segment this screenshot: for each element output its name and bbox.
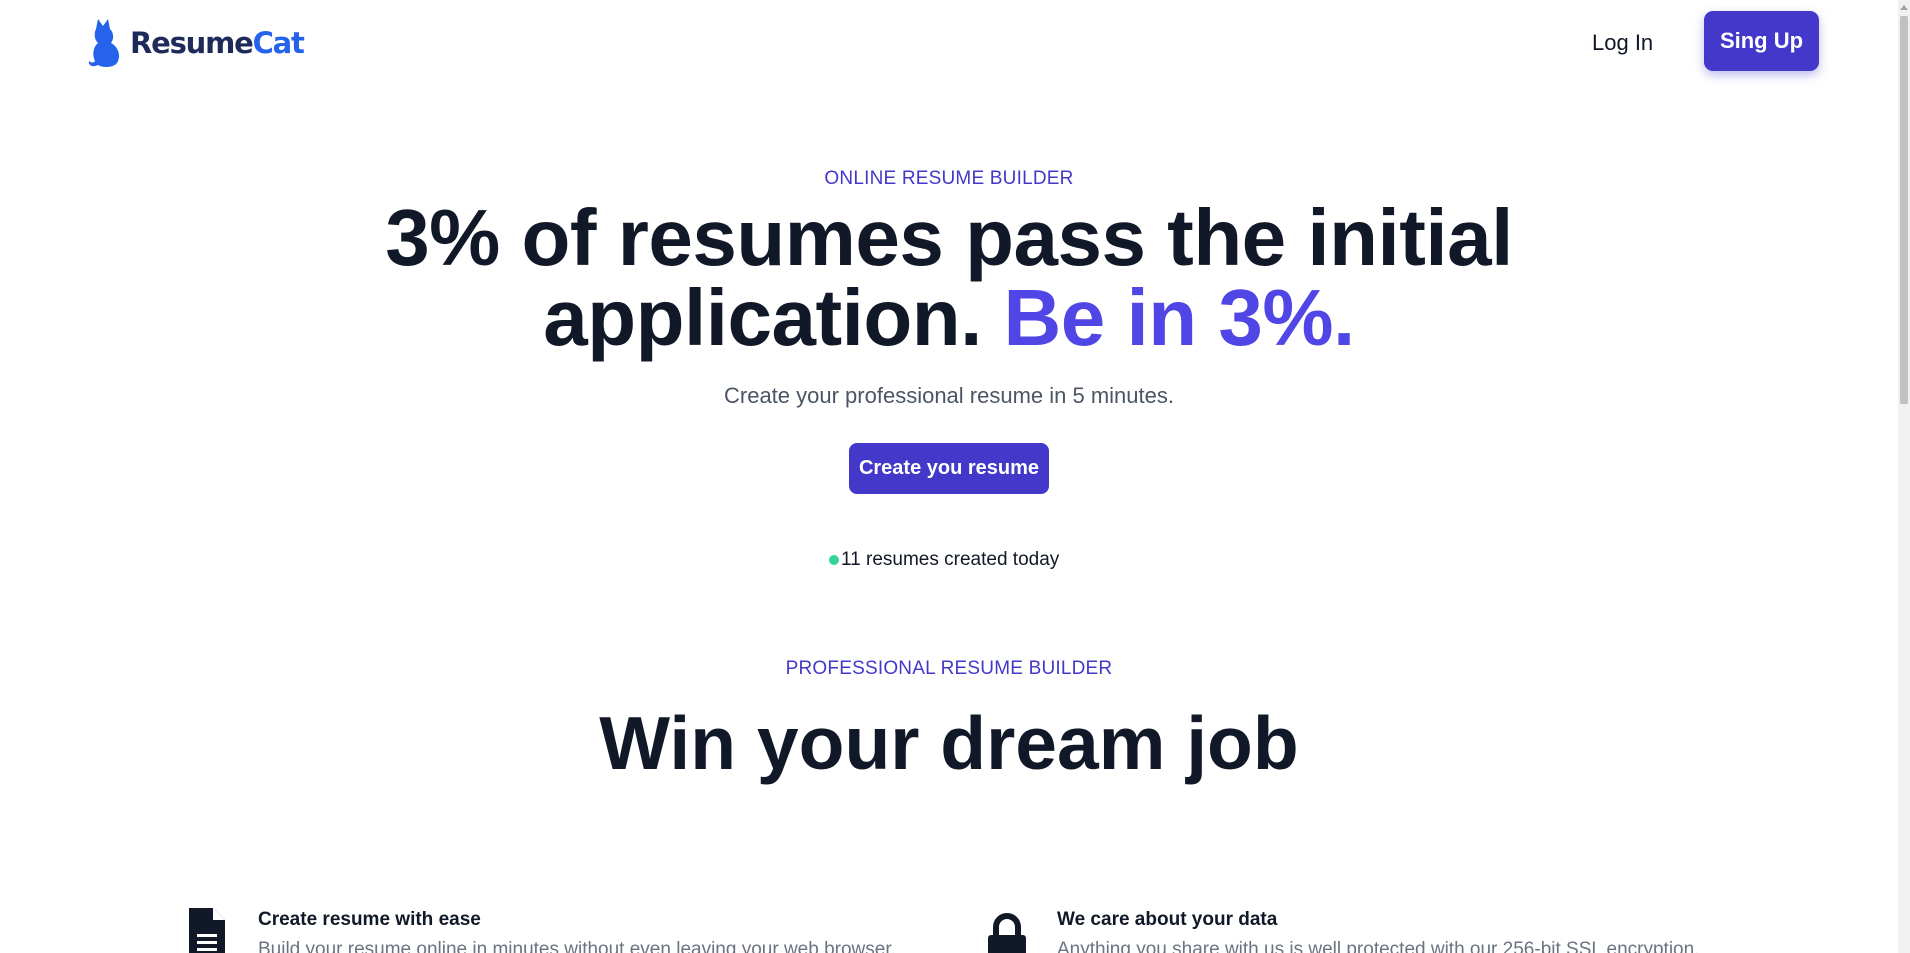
logo[interactable]: ResumeCat bbox=[86, 16, 305, 70]
feature-title: Create resume with ease bbox=[258, 909, 481, 930]
scrollbar-thumb[interactable] bbox=[1900, 16, 1908, 404]
resume-counter-text: 11 resumes created today bbox=[841, 549, 1060, 570]
resume-counter: 11 resumes created today bbox=[829, 547, 1059, 573]
logo-text: ResumeCat bbox=[130, 25, 305, 60]
section-title: Win your dream job bbox=[599, 701, 1299, 785]
login-link[interactable]: Log In bbox=[1592, 26, 1653, 60]
feature-description: Build your resume online in minutes with… bbox=[258, 939, 896, 953]
section-eyebrow: PROFESSIONAL RESUME BUILDER bbox=[785, 658, 1113, 679]
page: ResumeCat Log In Sing Up ONLINE RESUME B… bbox=[0, 0, 1898, 953]
status-dot-icon bbox=[829, 555, 839, 565]
logo-text-part2: Cat bbox=[252, 25, 305, 60]
scroll-up-arrow-icon[interactable] bbox=[1898, 0, 1910, 14]
feature-title: We care about your data bbox=[1057, 909, 1278, 930]
cat-logo-icon bbox=[88, 19, 119, 68]
hero-title-plain: application. bbox=[543, 273, 1004, 362]
lock-icon bbox=[988, 913, 1026, 953]
hero-title-line1: 3% of resumes pass the initial bbox=[385, 193, 1513, 282]
page-scrollbar[interactable] bbox=[1898, 0, 1910, 953]
hero-eyebrow: ONLINE RESUME BUILDER bbox=[824, 168, 1074, 189]
hero-title-highlight: Be in 3%. bbox=[1003, 273, 1356, 362]
hero-subtitle: Create your professional resume in 5 min… bbox=[724, 383, 1174, 408]
logo-text-part1: Resume bbox=[130, 25, 254, 60]
hero-title-line2: application. Be in 3%. bbox=[0, 278, 1898, 358]
feature-description: Anything you share with us is well prote… bbox=[1057, 939, 1700, 953]
signup-button[interactable]: Sing Up bbox=[1704, 11, 1819, 71]
document-icon bbox=[189, 908, 225, 953]
create-resume-button[interactable]: Create you resume bbox=[849, 443, 1049, 494]
hero-title: 3% of resumes pass the initial applicati… bbox=[0, 198, 1898, 358]
